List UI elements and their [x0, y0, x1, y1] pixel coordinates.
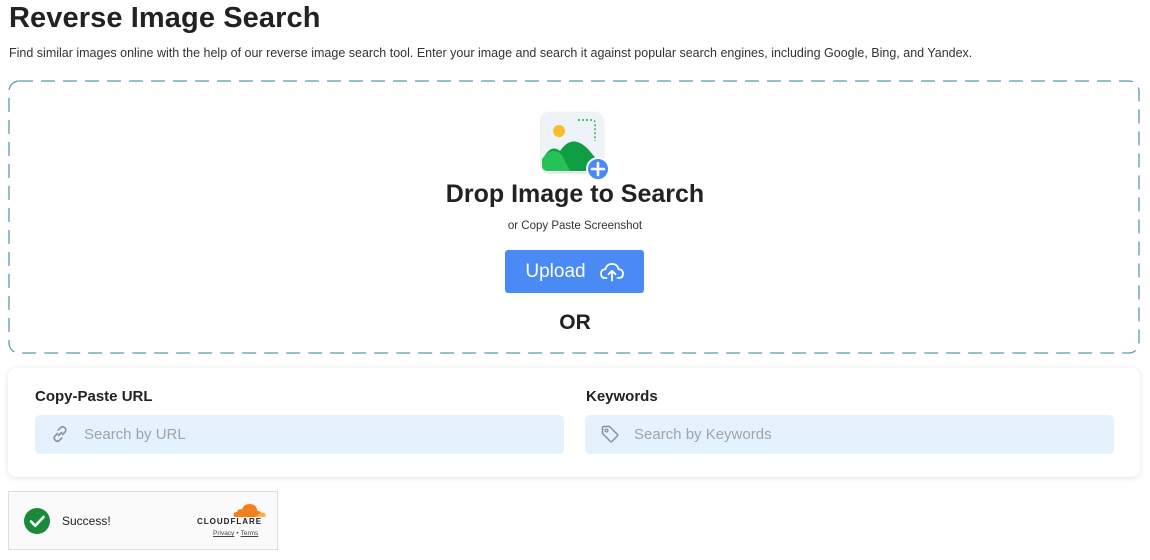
cloudflare-logo-icon — [231, 502, 267, 518]
captcha-widget: Success! CLOUDFLARE Privacy • Terms — [8, 491, 278, 550]
captcha-status: Success! — [62, 514, 111, 528]
drop-subtitle: or Copy Paste Screenshot — [507, 220, 643, 232]
url-input[interactable] — [35, 415, 564, 454]
drop-title: Drop Image to Search — [445, 180, 705, 208]
privacy-link[interactable]: Privacy — [213, 530, 234, 537]
keywords-field-label: Keywords — [586, 388, 658, 405]
or-divider: OR — [559, 311, 591, 334]
upload-button[interactable]: Upload — [505, 250, 644, 293]
link-icon — [50, 424, 70, 444]
url-field-label: Copy-Paste URL — [35, 388, 153, 405]
image-add-icon[interactable] — [540, 111, 610, 181]
upload-button-label: Upload — [525, 260, 586, 282]
success-check-icon — [23, 507, 51, 535]
terms-link[interactable]: Terms — [241, 530, 259, 537]
keywords-field[interactable] — [585, 415, 1114, 454]
link-separator: • — [236, 530, 239, 537]
cloud-upload-icon — [599, 262, 624, 282]
tag-icon — [600, 424, 620, 444]
page-title: Reverse Image Search — [9, 2, 321, 34]
page-description: Find similar images online with the help… — [9, 46, 973, 60]
keywords-input[interactable] — [585, 415, 1114, 454]
cloudflare-brand: CLOUDFLARE — [197, 517, 263, 526]
url-field[interactable] — [35, 415, 564, 454]
captcha-links: Privacy • Terms — [213, 530, 258, 537]
